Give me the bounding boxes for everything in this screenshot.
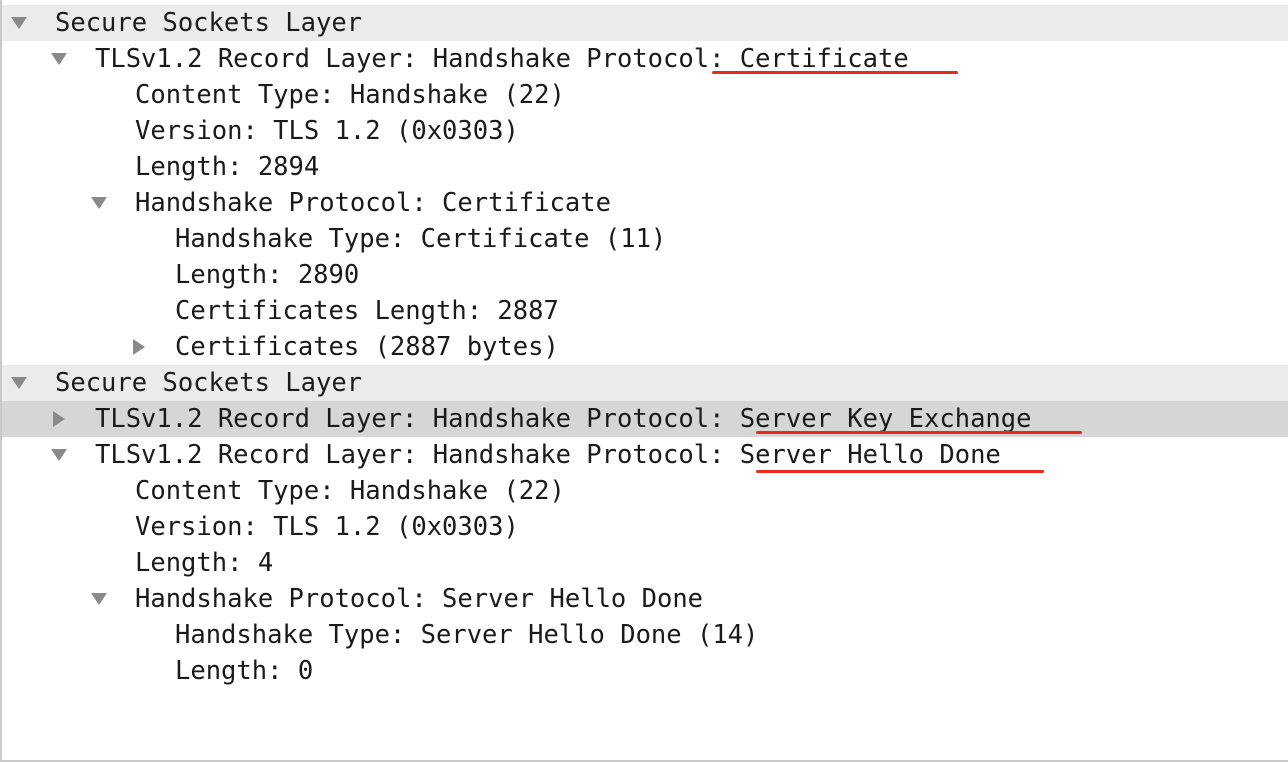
tree-row[interactable]: Version: TLS 1.2 (0x0303) [2, 509, 1288, 545]
tree-row-label: Content Type: Handshake (22) [135, 80, 565, 110]
tree-row[interactable]: Handshake Protocol: Server Hello Done [2, 581, 1288, 617]
tree-row-label: Handshake Protocol: Server Hello Done [135, 584, 704, 614]
triangle-down-icon[interactable] [49, 437, 69, 473]
tree-row-label: Length: 4 [135, 548, 274, 578]
tree-row[interactable]: Length: 2894 [2, 149, 1288, 185]
tree-row[interactable]: Handshake Type: Certificate (11) [2, 221, 1288, 257]
triangle-down-icon[interactable] [9, 5, 29, 41]
tree-row[interactable]: Length: 0 [2, 653, 1288, 689]
tree-row-label: Content Type: Handshake (22) [135, 476, 565, 506]
tree-row[interactable]: Handshake Protocol: Certificate [2, 185, 1288, 221]
annotation-underline-certificate [712, 71, 958, 74]
triangle-down-icon[interactable] [9, 365, 29, 401]
tree-row[interactable]: TLSv1.2 Record Layer: Handshake Protocol… [2, 41, 1288, 77]
tree-row-label: Length: 0 [175, 656, 314, 686]
triangle-right-icon[interactable] [49, 401, 69, 437]
tree-row[interactable]: Version: TLS 1.2 (0x0303) [2, 113, 1288, 149]
tree-row[interactable]: Content Type: Handshake (22) [2, 473, 1288, 509]
tree-row[interactable]: Certificates Length: 2887 [2, 293, 1288, 329]
tree-row[interactable]: Length: 2890 [2, 257, 1288, 293]
tree-row-label: Handshake Type: Certificate (11) [175, 224, 667, 254]
tree-row-label: Version: TLS 1.2 (0x0303) [135, 116, 519, 146]
packet-details-tree[interactable]: Secure Sockets Layer TLSv1.2 Record Layer… [0, 0, 1288, 762]
tree-row[interactable]: Length: 4 [2, 545, 1288, 581]
tree-row-label: Handshake Protocol: Certificate [135, 188, 611, 218]
tree-row-label: Certificates (2887 bytes) [175, 332, 559, 362]
tree-section-row[interactable]: Secure Sockets Layer [2, 5, 1288, 41]
tree-row[interactable]: Handshake Type: Server Hello Done (14) [2, 617, 1288, 653]
triangle-right-icon[interactable] [129, 329, 149, 365]
tree-row[interactable]: TLSv1.2 Record Layer: Handshake Protocol… [2, 401, 1288, 437]
tree-row-label: Secure Sockets Layer [55, 368, 363, 398]
tree-row-label: Length: 2890 [175, 260, 360, 290]
triangle-down-icon[interactable] [89, 581, 109, 617]
triangle-down-icon[interactable] [49, 41, 69, 77]
tree-row-label: TLSv1.2 Record Layer: Handshake Protocol… [95, 440, 1001, 470]
annotation-underline-server-hello-done [756, 470, 1044, 473]
tree-section-row[interactable]: Secure Sockets Layer [2, 365, 1288, 401]
triangle-down-icon[interactable] [89, 185, 109, 221]
tree-row-label: Certificates Length: 2887 [175, 296, 559, 326]
tree-row-label: Length: 2894 [135, 152, 320, 182]
tree-row-label: Handshake Type: Server Hello Done (14) [175, 620, 759, 650]
tree-row-label: Secure Sockets Layer [55, 8, 363, 38]
annotation-underline-server-key-exchange [756, 431, 1082, 434]
tree-row-label: Version: TLS 1.2 (0x0303) [135, 512, 519, 542]
tree-row[interactable]: Content Type: Handshake (22) [2, 77, 1288, 113]
tree-row[interactable]: TLSv1.2 Record Layer: Handshake Protocol… [2, 437, 1288, 473]
tree-row[interactable]: Certificates (2887 bytes) [2, 329, 1288, 365]
